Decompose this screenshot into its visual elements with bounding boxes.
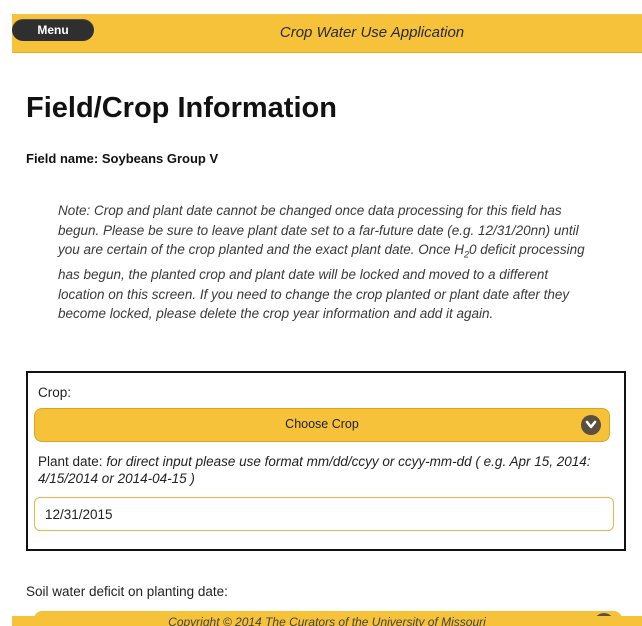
plant-date-label: Plant date: for direct input please use … [38,453,616,487]
plant-date-label-text: Plant date: [38,454,103,469]
crop-form-box: Crop: Choose Crop Plant date: for direct… [26,371,626,551]
soil-deficit-label: Soil water deficit on planting date: [26,584,228,599]
page: Menu Crop Water Use Application Field/Cr… [0,0,642,626]
crop-lock-note: Note: Crop and plant date cannot be chan… [58,201,598,324]
plant-date-input[interactable] [34,497,614,531]
plant-date-hint: for direct input please use format mm/dd… [38,454,591,486]
copyright-text: Copyright © 2014 The Curators of the Uni… [168,616,486,626]
chevron-down-icon [581,415,601,435]
app-footer: Copyright © 2014 The Curators of the Uni… [12,616,642,626]
crop-select[interactable]: Choose Crop [34,408,610,442]
crop-select-value: Choose Crop [285,417,359,431]
app-title: Crop Water Use Application [279,24,465,41]
field-name: Field name: Soybeans Group V [26,151,219,166]
app-header: Menu Crop Water Use Application [12,14,642,53]
menu-button[interactable]: Menu [12,19,94,41]
page-title: Field/Crop Information [26,92,337,124]
crop-label: Crop: [38,385,72,400]
